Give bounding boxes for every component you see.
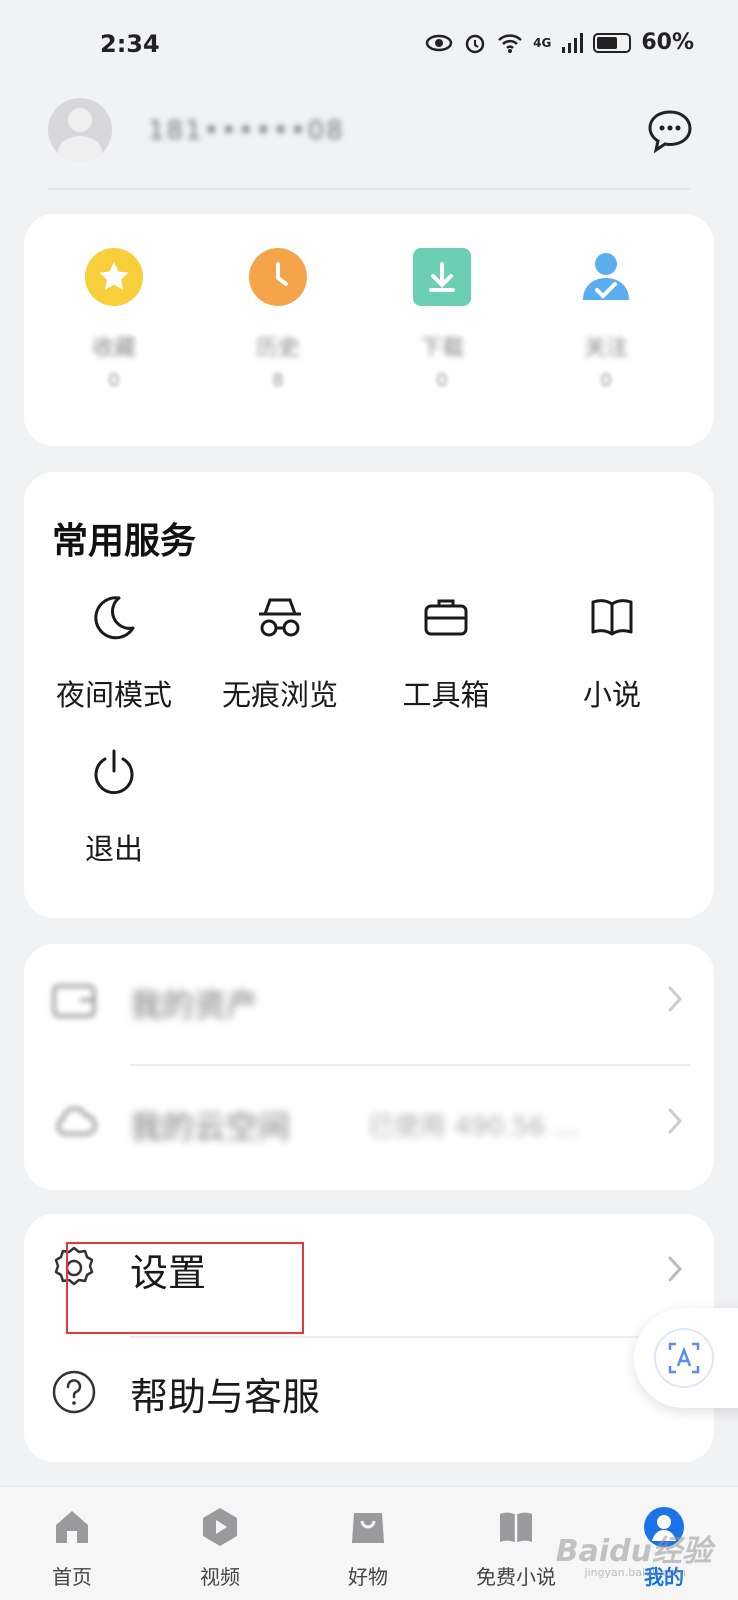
- stat-label: 历史: [255, 336, 300, 361]
- stat-history[interactable]: 历史 8: [218, 248, 338, 391]
- nav-home[interactable]: 首页: [12, 1505, 132, 1590]
- signal-icon: [562, 32, 584, 53]
- service-label: 夜间模式: [55, 678, 172, 712]
- service-label: 工具箱: [402, 678, 490, 712]
- watermark-brand: Baidu经验: [555, 1534, 712, 1569]
- user-check-icon: [577, 248, 635, 306]
- stat-following[interactable]: 关注 0: [546, 248, 666, 391]
- battery-label: 60%: [641, 30, 694, 55]
- star-icon: [85, 248, 143, 306]
- battery-icon: [593, 32, 632, 53]
- stat-label: 下载: [419, 336, 464, 361]
- row-my-assets[interactable]: 我的资产: [24, 944, 714, 1066]
- nav-label: 好物: [348, 1565, 388, 1589]
- chevron-right-icon: [668, 1256, 683, 1282]
- service-logout[interactable]: 退出: [30, 746, 198, 868]
- shopping-bag-icon: [352, 1513, 384, 1543]
- floating-assistant-button[interactable]: [634, 1308, 738, 1408]
- nav-video[interactable]: 视频: [160, 1505, 280, 1590]
- nav-label: 首页: [52, 1565, 92, 1589]
- row-cloud-space[interactable]: 我的云空间 已使用 490.56 …: [24, 1066, 714, 1176]
- service-label: 退出: [84, 832, 143, 866]
- highlight-annotation: [66, 1242, 304, 1334]
- status-time: 2:34: [100, 30, 160, 58]
- nav-label: 视频: [200, 1565, 240, 1589]
- status-icons: 4G 60%: [425, 30, 694, 55]
- row-settings[interactable]: 设置: [24, 1214, 714, 1334]
- avatar[interactable]: [48, 98, 112, 162]
- incognito-icon: [259, 598, 301, 637]
- book-icon: [591, 599, 633, 636]
- row-help[interactable]: 帮助与客服: [24, 1338, 714, 1448]
- video-icon: [203, 1508, 237, 1546]
- stat-label: 收藏: [91, 336, 136, 361]
- power-icon: [94, 749, 134, 795]
- service-label: 小说: [582, 678, 641, 712]
- services-card: 常用服务 夜间模式 无痕浏览 工具箱 小说 退出: [24, 472, 714, 918]
- settings-card: 设置 帮助与客服: [24, 1214, 714, 1462]
- stat-label: 关注: [583, 336, 628, 361]
- alarm-icon: [465, 34, 485, 53]
- wifi-icon: [498, 33, 522, 53]
- home-icon: [56, 1511, 88, 1543]
- service-toolbox[interactable]: 工具箱: [362, 592, 530, 714]
- username[interactable]: 181••••••08: [148, 116, 345, 148]
- network-label: 4G: [533, 35, 552, 50]
- download-icon: [413, 248, 471, 306]
- nav-goods[interactable]: 好物: [308, 1505, 428, 1590]
- wallet-icon: [52, 984, 96, 1018]
- status-bar: 2:34 4G 60%: [0, 0, 738, 90]
- moon-icon: [94, 596, 135, 640]
- stat-downloads[interactable]: 下载 0: [382, 248, 502, 391]
- header-divider: [48, 188, 690, 190]
- stat-count: 8: [272, 370, 284, 391]
- help-label: 帮助与客服: [130, 1375, 321, 1419]
- row-label: 我的云空间: [130, 1108, 291, 1146]
- stat-count: 0: [600, 370, 612, 391]
- stat-count: 0: [436, 370, 448, 391]
- message-icon[interactable]: [646, 108, 694, 154]
- text-scan-icon: [654, 1328, 714, 1388]
- service-incognito[interactable]: 无痕浏览: [196, 592, 364, 714]
- service-novel[interactable]: 小说: [528, 592, 696, 714]
- eye-icon: [425, 34, 453, 51]
- service-night-mode[interactable]: 夜间模式: [30, 592, 198, 714]
- chevron-right-icon: [668, 986, 683, 1012]
- chevron-right-icon: [668, 1108, 683, 1134]
- watermark-url: jingyan.baidu.com: [584, 1566, 686, 1579]
- service-label: 无痕浏览: [221, 678, 338, 712]
- help-icon: [52, 1370, 96, 1414]
- stats-card: 收藏 0 历史 8 下载 0 关注 0: [24, 214, 714, 446]
- stat-favorites[interactable]: 收藏 0: [54, 248, 174, 391]
- stat-count: 0: [108, 370, 120, 391]
- cloud-icon: [56, 1107, 97, 1136]
- toolbox-icon: [424, 599, 468, 636]
- clock-icon: [249, 248, 307, 306]
- assets-card: 我的资产 我的云空间 已使用 490.56 …: [24, 944, 714, 1190]
- row-subtext: 已使用 490.56 …: [368, 1112, 580, 1142]
- book-icon: [500, 1512, 532, 1543]
- row-label: 我的资产: [130, 986, 259, 1024]
- services-title: 常用服务: [52, 521, 197, 562]
